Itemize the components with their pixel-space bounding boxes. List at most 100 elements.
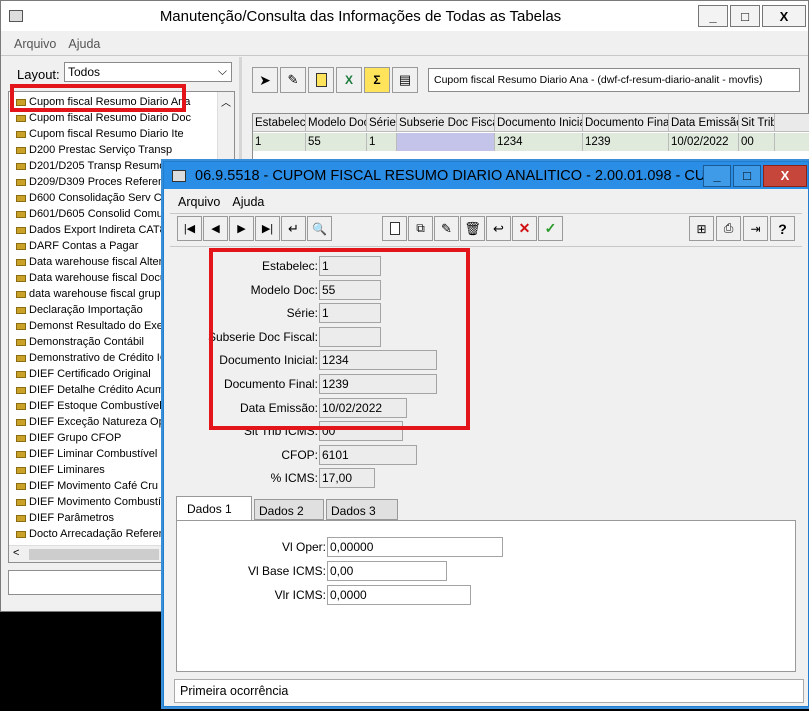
scroll-up-icon[interactable]: ︿ <box>221 94 231 109</box>
tab-dados-1[interactable]: Dados 1 <box>176 496 252 521</box>
maximize-button[interactable]: □ <box>730 5 760 27</box>
dialog-minimize-button[interactable]: _ <box>703 164 731 187</box>
grid-column-header[interactable]: Documento Final <box>583 114 669 132</box>
dialog-maximize-button[interactable]: □ <box>733 164 761 187</box>
folder-icon <box>16 450 26 458</box>
first-record-icon[interactable]: |◀ <box>177 216 202 241</box>
grid-cell[interactable] <box>397 133 495 151</box>
grid-cell[interactable]: 55 <box>306 133 367 151</box>
help-icon[interactable]: ? <box>770 216 795 241</box>
edit-icon[interactable]: ✎ <box>280 67 306 93</box>
tab-field-value[interactable]: 0,0000 <box>327 585 471 605</box>
print-icon[interactable]: ⎙ <box>716 216 741 241</box>
records-grid[interactable]: Estabelec Modelo Doc Série Subserie Doc Fis… <box>252 113 809 163</box>
highlight-tree-item <box>10 84 186 112</box>
delete-icon[interactable]: 🗑 <box>460 216 485 241</box>
field-value[interactable]: 6101 <box>319 444 417 465</box>
minimize-button[interactable]: _ <box>698 5 728 27</box>
cancel-icon[interactable]: ✕ <box>512 216 537 241</box>
goto-icon[interactable]: ↵ <box>281 216 306 241</box>
sum-icon[interactable]: Σ <box>364 67 390 93</box>
grid-column-header[interactable]: Modelo Doc <box>306 114 367 132</box>
tree-item-label: Cupom fiscal Resumo Diario Ite <box>29 128 184 140</box>
folder-icon <box>16 322 26 330</box>
dialog-menu-ajuda[interactable]: Ajuda <box>232 195 264 209</box>
tree-item-label: D200 Prestac Serviço Transp <box>29 144 173 156</box>
tab-field-value[interactable]: 0,00000 <box>327 537 503 557</box>
confirm-icon[interactable]: ✓ <box>538 216 563 241</box>
grid-cell[interactable]: 10/02/2022 <box>669 133 739 151</box>
copy-record-icon[interactable]: ⧉ <box>408 216 433 241</box>
tree-item[interactable]: Cupom fiscal Resumo Diario Ite <box>14 126 214 142</box>
tab-dados-2[interactable]: Dados 2 <box>254 499 324 520</box>
grid-cell[interactable]: 1234 <box>495 133 583 151</box>
folder-icon <box>16 530 26 538</box>
scroll-thumb[interactable] <box>29 549 159 560</box>
tree-item-label: DIEF Certificado Original <box>29 368 151 380</box>
tab-dados-3[interactable]: Dados 3 <box>326 499 398 520</box>
grid-column-header[interactable]: Subserie Doc Fiscal <box>397 114 495 132</box>
report-icon[interactable]: ▤ <box>392 67 418 93</box>
excel-icon[interactable]: X <box>336 67 362 93</box>
tree-item-label: DIEF Liminares <box>29 464 105 476</box>
folder-icon <box>16 226 26 234</box>
tree-item-label: Data warehouse fiscal Altera <box>29 256 169 268</box>
folder-icon <box>16 466 26 474</box>
folder-icon <box>16 514 26 522</box>
tree-item[interactable]: Cupom fiscal Resumo Diario Doc <box>14 110 214 126</box>
folder-icon <box>16 418 26 426</box>
grid-cell[interactable]: 1 <box>367 133 397 151</box>
folder-icon <box>16 370 26 378</box>
exit-icon[interactable]: ⇥ <box>743 216 768 241</box>
next-record-icon[interactable]: ▶ <box>229 216 254 241</box>
folder-icon <box>16 162 26 170</box>
search-icon[interactable]: 🔍 <box>307 216 332 241</box>
navigate-icon[interactable]: ➤ <box>252 67 278 93</box>
folder-icon <box>16 274 26 282</box>
edit-record-icon[interactable]: ✎ <box>434 216 459 241</box>
folder-icon <box>16 146 26 154</box>
grid-column-header[interactable]: Sit Trib <box>739 114 775 132</box>
dialog-menu-arquivo[interactable]: Arquivo <box>178 195 220 209</box>
scroll-left-icon[interactable]: < <box>13 547 19 559</box>
field-value[interactable]: 17,00 <box>319 468 375 489</box>
tree-item-label: Declaração Importação <box>29 304 143 316</box>
layout-select[interactable]: Todos ⌵ <box>64 62 232 82</box>
previous-record-icon[interactable]: ◀ <box>203 216 228 241</box>
tree-item-label: DIEF Liminar Combustível <box>29 448 158 460</box>
grid-column-header[interactable]: Documento Inicial <box>495 114 583 132</box>
folder-icon <box>16 178 26 186</box>
grid-cell[interactable]: 1 <box>253 133 306 151</box>
main-menubar: Arquivo Ajuda <box>14 37 100 51</box>
dialog-close-button[interactable]: X <box>763 164 807 187</box>
status-bar: Primeira ocorrência <box>174 679 804 703</box>
chevron-down-icon: ⌵ <box>217 64 227 78</box>
grid-column-header[interactable]: Série <box>367 114 397 132</box>
new-record-icon[interactable] <box>382 216 407 241</box>
grid-cell[interactable]: 1239 <box>583 133 669 151</box>
table-row[interactable]: 1 55 1 1234 1239 10/02/2022 00 <box>253 133 809 151</box>
main-titlebar: Manutenção/Consulta das Informações de T… <box>1 1 808 31</box>
tree-item-label: DARF Contas a Pagar <box>29 240 139 252</box>
tab-field-value[interactable]: 0,00 <box>327 561 447 581</box>
grid-column-header[interactable]: Estabelec <box>253 114 306 132</box>
tree-item-label: DIEF Movimento Café Cru <box>29 480 158 492</box>
folder-icon <box>16 434 26 442</box>
folder-icon <box>16 242 26 250</box>
tree-item-label: Data warehouse fiscal Docum <box>29 272 176 284</box>
undo-icon[interactable]: ↩ <box>486 216 511 241</box>
dialog-window: 06.9.5518 - CUPOM FISCAL RESUMO DIARIO A… <box>163 161 809 707</box>
menu-ajuda[interactable]: Ajuda <box>68 37 100 51</box>
grid-column-header[interactable]: Data Emissão <box>669 114 739 132</box>
close-button[interactable]: X <box>762 5 806 27</box>
tree-item-label: DIEF Movimento Combustíve <box>29 496 173 508</box>
grid-cell[interactable]: 00 <box>739 133 775 151</box>
tree-icon[interactable]: ⊞ <box>689 216 714 241</box>
last-record-icon[interactable]: ▶| <box>255 216 280 241</box>
tree-item-label: D209/D309 Proces Referenc <box>29 176 170 188</box>
folder-icon <box>16 114 26 122</box>
folder-icon <box>16 210 26 218</box>
menu-arquivo[interactable]: Arquivo <box>14 37 56 51</box>
new-document-icon[interactable] <box>308 67 334 93</box>
tree-item[interactable]: D200 Prestac Serviço Transp <box>14 142 214 158</box>
